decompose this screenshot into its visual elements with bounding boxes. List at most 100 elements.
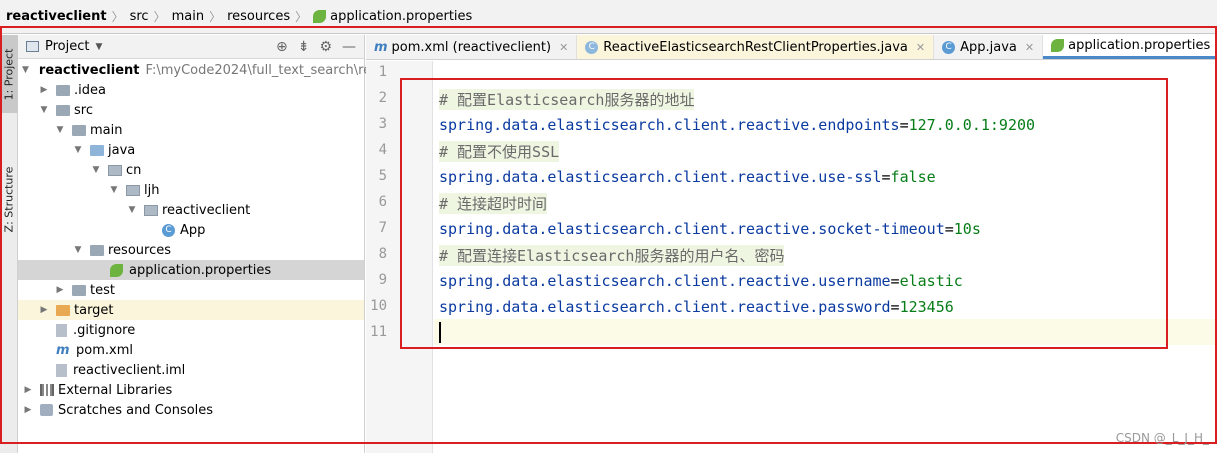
line-number: 3	[378, 116, 387, 132]
project-pane-header: Project ▼ ⊕ ⇟ ⚙ —	[18, 35, 364, 59]
tree-row-scratches[interactable]: ▶ Scratches and Consoles	[18, 400, 364, 420]
tree-label: ljh	[144, 182, 160, 198]
tree-row-app[interactable]: C App	[18, 220, 364, 240]
tree-row-application-properties[interactable]: application.properties	[18, 260, 364, 280]
code-line-8[interactable]: # 配置连接Elasticsearch服务器的用户名、密码	[439, 242, 785, 268]
tree-label: External Libraries	[58, 382, 173, 398]
tree-row-src[interactable]: ▼ src	[18, 100, 364, 120]
property-value: 127.0.0.1:9200	[908, 116, 1036, 134]
line-number: 2	[378, 90, 387, 106]
tool-window-strip: 1: Project Z: Structure	[0, 35, 18, 453]
tree-row-resources[interactable]: ▼ resources	[18, 240, 364, 260]
code-line-7[interactable]: spring.data.elasticsearch.client.reactiv…	[439, 216, 981, 242]
collapse-all-icon[interactable]: ⇟	[298, 39, 310, 55]
code-comment: # 连接超时时间	[439, 192, 548, 214]
expand-arrow-icon[interactable]: ▼	[72, 145, 84, 155]
folder-icon	[56, 84, 70, 96]
scratches-icon	[40, 404, 53, 416]
close-icon[interactable]: ✕	[916, 41, 925, 54]
tree-row-test[interactable]: ▶ test	[18, 280, 364, 300]
close-icon[interactable]: ✕	[559, 41, 568, 54]
tool-tab-project[interactable]: 1: Project	[0, 35, 18, 113]
hide-icon[interactable]: —	[342, 39, 356, 55]
code-editor[interactable]: # 配置Elasticsearch服务器的地址 spring.data.elas…	[434, 61, 1217, 453]
tree-label: target	[74, 302, 114, 318]
code-line-3[interactable]: spring.data.elasticsearch.client.reactiv…	[439, 112, 1035, 138]
tree-row-root[interactable]: ▼ reactiveclient F:\myCode2024\full_text_s…	[18, 60, 395, 80]
tree-row-iml[interactable]: reactiveclient.iml	[18, 360, 364, 380]
tree-label: cn	[126, 162, 142, 178]
code-line-10[interactable]: spring.data.elasticsearch.client.reactiv…	[439, 294, 954, 320]
close-icon[interactable]: ✕	[1025, 41, 1034, 54]
folder-icon	[72, 124, 86, 136]
spring-leaf-icon	[313, 10, 327, 23]
collapse-arrow-icon[interactable]: ▶	[38, 85, 50, 95]
line-number: 1	[378, 64, 387, 80]
tree-row-reactiveclient-pkg[interactable]: ▼ reactiveclient	[18, 200, 364, 220]
tool-tab-structure[interactable]: Z: Structure	[0, 157, 18, 241]
library-icon	[40, 384, 54, 396]
tree-row-cn[interactable]: ▼ cn	[18, 160, 364, 180]
collapse-arrow-icon[interactable]: ▶	[38, 305, 50, 315]
expand-arrow-icon[interactable]: ▼	[54, 125, 66, 135]
tool-tab-project-label: 1: Project	[2, 48, 16, 100]
tree-row-external-libraries[interactable]: ▶ External Libraries	[18, 380, 364, 400]
breadcrumb-item-src[interactable]: src	[130, 9, 149, 24]
tree-row-target[interactable]: ▶ target	[18, 300, 364, 320]
tree-row-gitignore[interactable]: .gitignore	[18, 320, 364, 340]
editor-tab-pom[interactable]: m pom.xml (reactiveclient) ✕	[366, 35, 578, 59]
tree-label: application.properties	[129, 262, 272, 278]
package-icon	[126, 184, 140, 196]
expand-arrow-icon[interactable]: ▼	[22, 65, 29, 75]
tree-label-root: reactiveclient	[38, 62, 140, 78]
project-pane: Project ▼ ⊕ ⇟ ⚙ — ▼ reactiveclient F:\myCo…	[18, 35, 395, 453]
editor-tab-app[interactable]: C App.java ✕	[934, 35, 1044, 59]
property-value: false	[890, 168, 936, 186]
line-number: 11	[370, 324, 387, 340]
breadcrumb-item-main[interactable]: main	[172, 9, 204, 24]
code-line-4[interactable]: # 配置不使用SSL	[439, 138, 560, 164]
breadcrumb-item-file[interactable]: application.properties	[313, 9, 472, 24]
collapse-arrow-icon[interactable]: ▶	[54, 285, 66, 295]
expand-arrow-icon[interactable]: ▼	[108, 185, 120, 195]
tree-row-pom[interactable]: m pom.xml	[18, 340, 364, 360]
tree-label: reactiveclient	[162, 202, 251, 218]
breadcrumb-separator: 〉	[153, 10, 166, 24]
line-number: 6	[378, 194, 387, 210]
breadcrumb-item-project[interactable]: reactiveclient	[6, 9, 107, 24]
property-key: spring.data.elasticsearch.client.reactiv…	[439, 220, 945, 238]
collapse-arrow-icon[interactable]: ▶	[22, 385, 34, 395]
tool-tab-structure-label: Z: Structure	[2, 166, 16, 232]
code-line-5[interactable]: spring.data.elasticsearch.client.reactiv…	[439, 164, 936, 190]
tree-row-java[interactable]: ▼ java	[18, 140, 364, 160]
gear-icon[interactable]: ⚙	[319, 39, 332, 55]
folder-icon	[56, 104, 70, 116]
code-line-9[interactable]: spring.data.elasticsearch.client.reactiv…	[439, 268, 963, 294]
tree-label: .gitignore	[73, 322, 136, 338]
project-pane-title[interactable]: Project	[45, 39, 89, 54]
expand-arrow-icon[interactable]: ▼	[72, 245, 84, 255]
breadcrumb-separator: 〉	[111, 10, 124, 24]
breadcrumb-item-resources[interactable]: resources	[227, 9, 290, 24]
code-line-2[interactable]: # 配置Elasticsearch服务器的地址	[439, 86, 695, 112]
tree-row-ljh[interactable]: ▼ ljh	[18, 180, 364, 200]
tree-row-main[interactable]: ▼ main	[18, 120, 364, 140]
expand-arrow-icon[interactable]: ▼	[90, 165, 102, 175]
chevron-down-icon[interactable]: ▼	[95, 42, 102, 52]
editor-tab-bar: m pom.xml (reactiveclient) ✕ C ReactiveElas…	[366, 35, 1217, 60]
editor-tab-label: ReactiveElasticsearchRestClientPropertie…	[603, 39, 908, 55]
locate-icon[interactable]: ⊕	[276, 39, 288, 55]
property-key: spring.data.elasticsearch.client.reactiv…	[439, 168, 882, 186]
code-comment: # 配置连接Elasticsearch服务器的用户名、密码	[439, 244, 785, 266]
code-comment: # 配置不使用SSL	[439, 140, 560, 162]
expand-arrow-icon[interactable]: ▼	[126, 205, 138, 215]
module-file-icon	[56, 363, 67, 377]
collapse-arrow-icon[interactable]: ▶	[22, 405, 34, 415]
property-value: elastic	[899, 272, 963, 290]
editor-tab-properties-java[interactable]: C ReactiveElasticsearchRestClientProperti…	[577, 35, 935, 59]
editor-tab-application-properties[interactable]: application.properties✕	[1043, 35, 1217, 59]
expand-arrow-icon[interactable]: ▼	[38, 105, 50, 115]
code-line-6[interactable]: # 连接超时时间	[439, 190, 548, 216]
tree-row-idea[interactable]: ▶ .idea	[18, 80, 364, 100]
class-icon: C	[585, 40, 599, 54]
